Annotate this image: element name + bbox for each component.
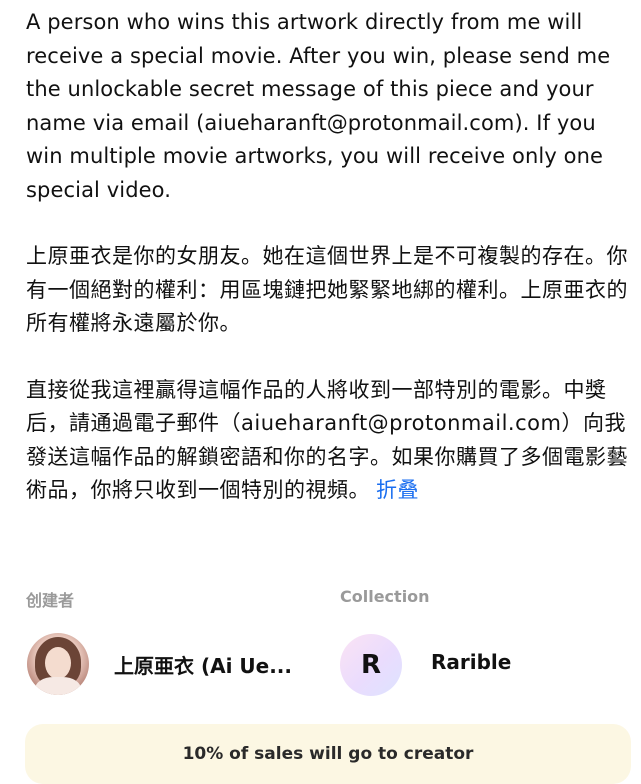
creator-name[interactable]: 上原亜衣 (Ai Ue... <box>114 650 292 679</box>
description-paragraph-zh-1: 上原亜衣是你的女朋友。她在這個世界上是不可複製的存在。你有一個絕對的權利：用區塊… <box>26 244 628 335</box>
creator-label: 创建者 <box>26 591 75 610</box>
collapse-link[interactable]: 折叠 <box>376 478 419 502</box>
creator-avatar[interactable] <box>27 633 89 695</box>
collection-label: Collection <box>340 587 430 606</box>
avatar-face-shape <box>45 647 71 679</box>
avatar-body-shape <box>35 677 81 695</box>
description: A person who wins this artwork directly … <box>26 6 634 541</box>
collection-logo-icon[interactable]: R <box>340 634 402 696</box>
royalty-text: 10% of sales will go to creator <box>182 744 474 764</box>
royalty-banner: 10% of sales will go to creator <box>25 724 631 784</box>
collection-name[interactable]: Rarible <box>431 650 511 674</box>
description-paragraph-zh-2-text: 直接從我這裡贏得這幅作品的人將收到一部特別的電影。中獎后，請通過電子郵件（aiu… <box>26 377 628 503</box>
rarible-logo-icon: R <box>360 650 382 680</box>
description-paragraph-en: A person who wins this artwork directly … <box>26 10 611 202</box>
description-paragraph-zh-2: 直接從我這裡贏得這幅作品的人將收到一部特別的電影。中獎后，請通過電子郵件（aiu… <box>26 374 634 508</box>
